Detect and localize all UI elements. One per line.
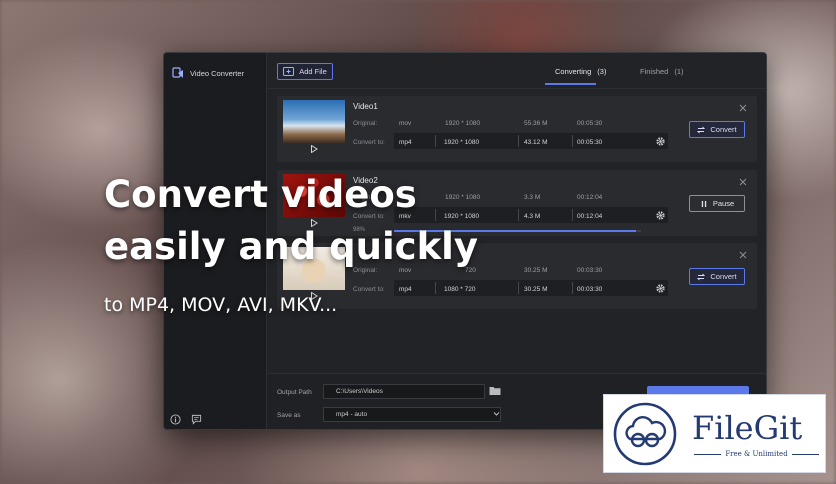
video-card: Video1 Original: mov 1920 * 1080 55.36 M… <box>277 96 757 162</box>
divider <box>694 453 722 455</box>
original-format: mov <box>399 120 412 127</box>
original-size: 30.25 M <box>524 267 548 274</box>
convert-button-label: Convert <box>710 272 737 281</box>
close-icon[interactable] <box>739 104 747 112</box>
sidebar-footer <box>170 414 202 425</box>
divider <box>518 209 519 221</box>
divider <box>518 135 519 147</box>
brand-tagline: Free & Unlimited <box>725 450 788 458</box>
feedback-icon[interactable] <box>191 414 202 425</box>
output-path-field[interactable]: C:\Users\Videos <box>323 384 485 399</box>
pause-button[interactable]: Pause <box>689 195 745 212</box>
divider <box>572 282 573 294</box>
tab-label: Converting <box>555 67 592 76</box>
divider <box>518 282 519 294</box>
target-duration: 00:12:04 <box>577 213 603 220</box>
divider <box>572 209 573 221</box>
convert-button[interactable]: Convert <box>689 268 745 285</box>
headline-line-1: Convert videos <box>104 173 417 216</box>
add-file-icon <box>283 67 295 76</box>
target-duration: 00:03:30 <box>577 286 603 293</box>
target-size: 30.25 M <box>524 286 548 293</box>
tab-count: (3) <box>597 67 607 76</box>
original-size: 3.3 M <box>524 194 541 201</box>
save-as-select[interactable]: mp4 - auto <box>323 407 501 422</box>
app-logo-icon <box>172 67 183 78</box>
original-duration: 00:05:30 <box>577 120 603 127</box>
filegit-badge: FileGit Free & Unlimited <box>603 394 826 473</box>
divider <box>435 282 436 294</box>
tab-label: Finished <box>640 67 669 76</box>
original-size: 55.36 M <box>524 120 548 127</box>
convert-button[interactable]: Convert <box>689 121 745 138</box>
convert-to-label: Convert to: <box>353 139 385 146</box>
app-title: Video Converter <box>172 67 244 79</box>
filegit-logo-icon <box>613 402 677 466</box>
save-as-label: Save as <box>277 412 301 419</box>
convert-button-label: Convert <box>710 125 737 134</box>
gear-icon[interactable] <box>655 283 666 294</box>
tab-count: (1) <box>674 67 684 76</box>
original-resolution: 1920 * 1080 <box>445 120 481 127</box>
pause-icon <box>701 200 707 207</box>
target-size: 43.12 M <box>524 139 548 146</box>
pause-button-label: Pause <box>712 199 735 208</box>
topbar: Add File Converting (3) Finished (1) <box>267 53 766 89</box>
active-tab-indicator <box>545 83 596 85</box>
video-thumbnail[interactable] <box>283 100 345 143</box>
convert-to-label: Convert to: <box>353 286 385 293</box>
tab-converting[interactable]: Converting (3) <box>555 67 606 76</box>
divider <box>435 135 436 147</box>
video-name: Video1 <box>353 102 378 111</box>
close-icon[interactable] <box>739 178 747 186</box>
target-resolution[interactable]: 1920 * 1080 <box>444 139 479 146</box>
add-file-button[interactable]: Add File <box>277 63 333 80</box>
target-format[interactable]: mp4 <box>399 139 412 146</box>
target-resolution[interactable]: 1080 * 720 <box>444 286 475 293</box>
play-icon[interactable] <box>310 145 318 153</box>
target-format[interactable]: mp4 <box>399 286 412 293</box>
info-icon[interactable] <box>170 414 181 425</box>
tab-finished[interactable]: Finished (1) <box>640 67 684 76</box>
gear-icon[interactable] <box>655 210 666 221</box>
folder-icon[interactable] <box>489 386 501 396</box>
gear-icon[interactable] <box>655 136 666 147</box>
original-duration: 00:03:30 <box>577 267 603 274</box>
headline-line-2: easily and quickly <box>104 225 478 268</box>
target-duration: 00:05:30 <box>577 139 603 146</box>
original-duration: 00:12:04 <box>577 194 603 201</box>
divider <box>791 453 819 455</box>
promo-subline: to MP4, MOV, AVI, MKV... <box>104 294 338 316</box>
app-title-label: Video Converter <box>190 68 245 78</box>
original-label: Original: <box>353 120 378 127</box>
target-size: 4.3 M <box>524 213 541 220</box>
convert-icon <box>697 126 706 133</box>
chevron-down-icon[interactable] <box>493 410 500 417</box>
divider <box>572 135 573 147</box>
promo-headline: Convert videos easily and quickly <box>104 169 478 273</box>
brand-tagline-row: Free & Unlimited <box>694 450 819 458</box>
close-icon[interactable] <box>739 251 747 259</box>
output-path-label: Output Path <box>277 389 312 396</box>
brand-name: FileGit <box>692 409 803 447</box>
convert-icon <box>697 273 706 280</box>
add-file-label: Add File <box>299 67 327 76</box>
